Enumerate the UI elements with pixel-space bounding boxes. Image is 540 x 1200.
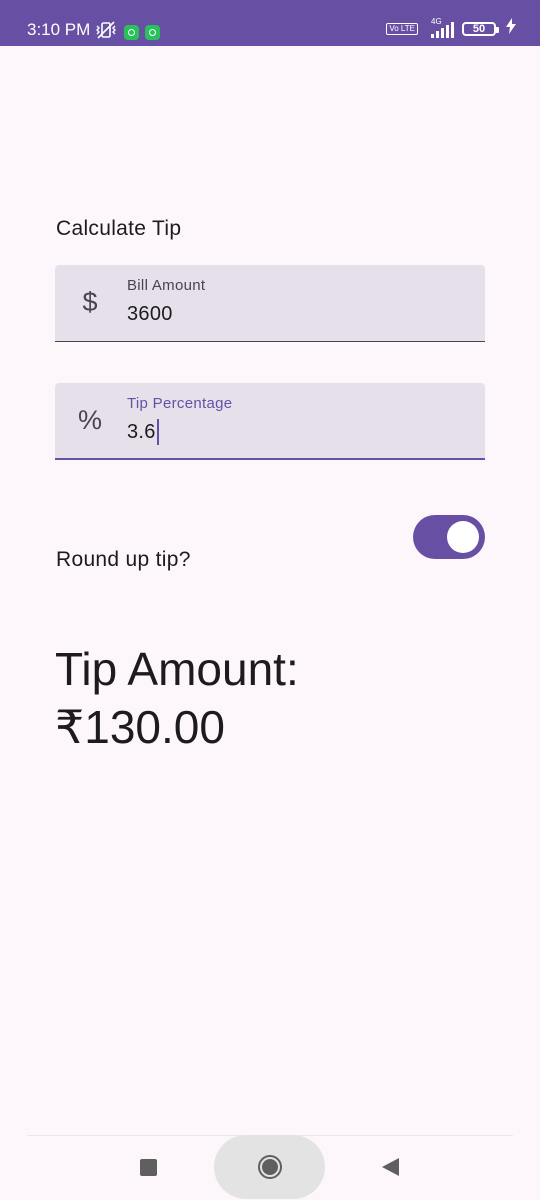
navigation-bar <box>0 1135 540 1200</box>
status-time: 3:10 PM <box>27 20 91 39</box>
back-icon[interactable] <box>382 1158 399 1176</box>
status-icons-right: Vo LTE 4G 50 <box>386 17 516 39</box>
volte-icon: Vo LTE <box>386 22 418 35</box>
charging-icon <box>506 18 516 39</box>
app-notification-icon <box>145 25 160 40</box>
switch-thumb[interactable] <box>447 521 479 553</box>
vibrate-off-icon <box>94 20 118 45</box>
recent-apps-icon[interactable] <box>140 1159 157 1176</box>
status-icons-left <box>94 20 160 45</box>
dollar-icon: $ <box>82 286 98 317</box>
text-cursor <box>156 419 159 445</box>
tip-amount-value: ₹130.00 <box>55 701 225 753</box>
bill-amount-label: Bill Amount <box>127 277 206 294</box>
battery-icon: 50 <box>462 21 499 36</box>
round-up-switch[interactable] <box>413 515 485 559</box>
tip-percentage-input[interactable]: 3.6 <box>127 421 156 443</box>
page-title: Calculate Tip <box>56 217 182 240</box>
signal-icon: 4G <box>423 17 457 39</box>
tip-percentage-label: Tip Percentage <box>127 395 233 412</box>
bill-amount-field[interactable]: $ Bill Amount 3600 <box>55 265 485 342</box>
tip-percentage-input-wrapper[interactable]: 3.6 <box>127 419 159 445</box>
tip-amount-label: Tip Amount: <box>55 643 299 695</box>
status-bar: 3:10 PM Vo LTE 4G 50 <box>0 0 540 46</box>
percent-icon: % <box>77 404 102 435</box>
home-icon[interactable] <box>258 1155 282 1179</box>
bill-amount-input[interactable]: 3600 <box>127 301 173 327</box>
app-notification-icon <box>124 25 139 40</box>
round-up-label: Round up tip? <box>56 548 191 571</box>
tip-result: Tip Amount: ₹130.00 <box>55 640 299 756</box>
battery-level: 50 <box>472 22 486 35</box>
tip-percentage-field[interactable]: % Tip Percentage 3.6 <box>55 383 485 460</box>
